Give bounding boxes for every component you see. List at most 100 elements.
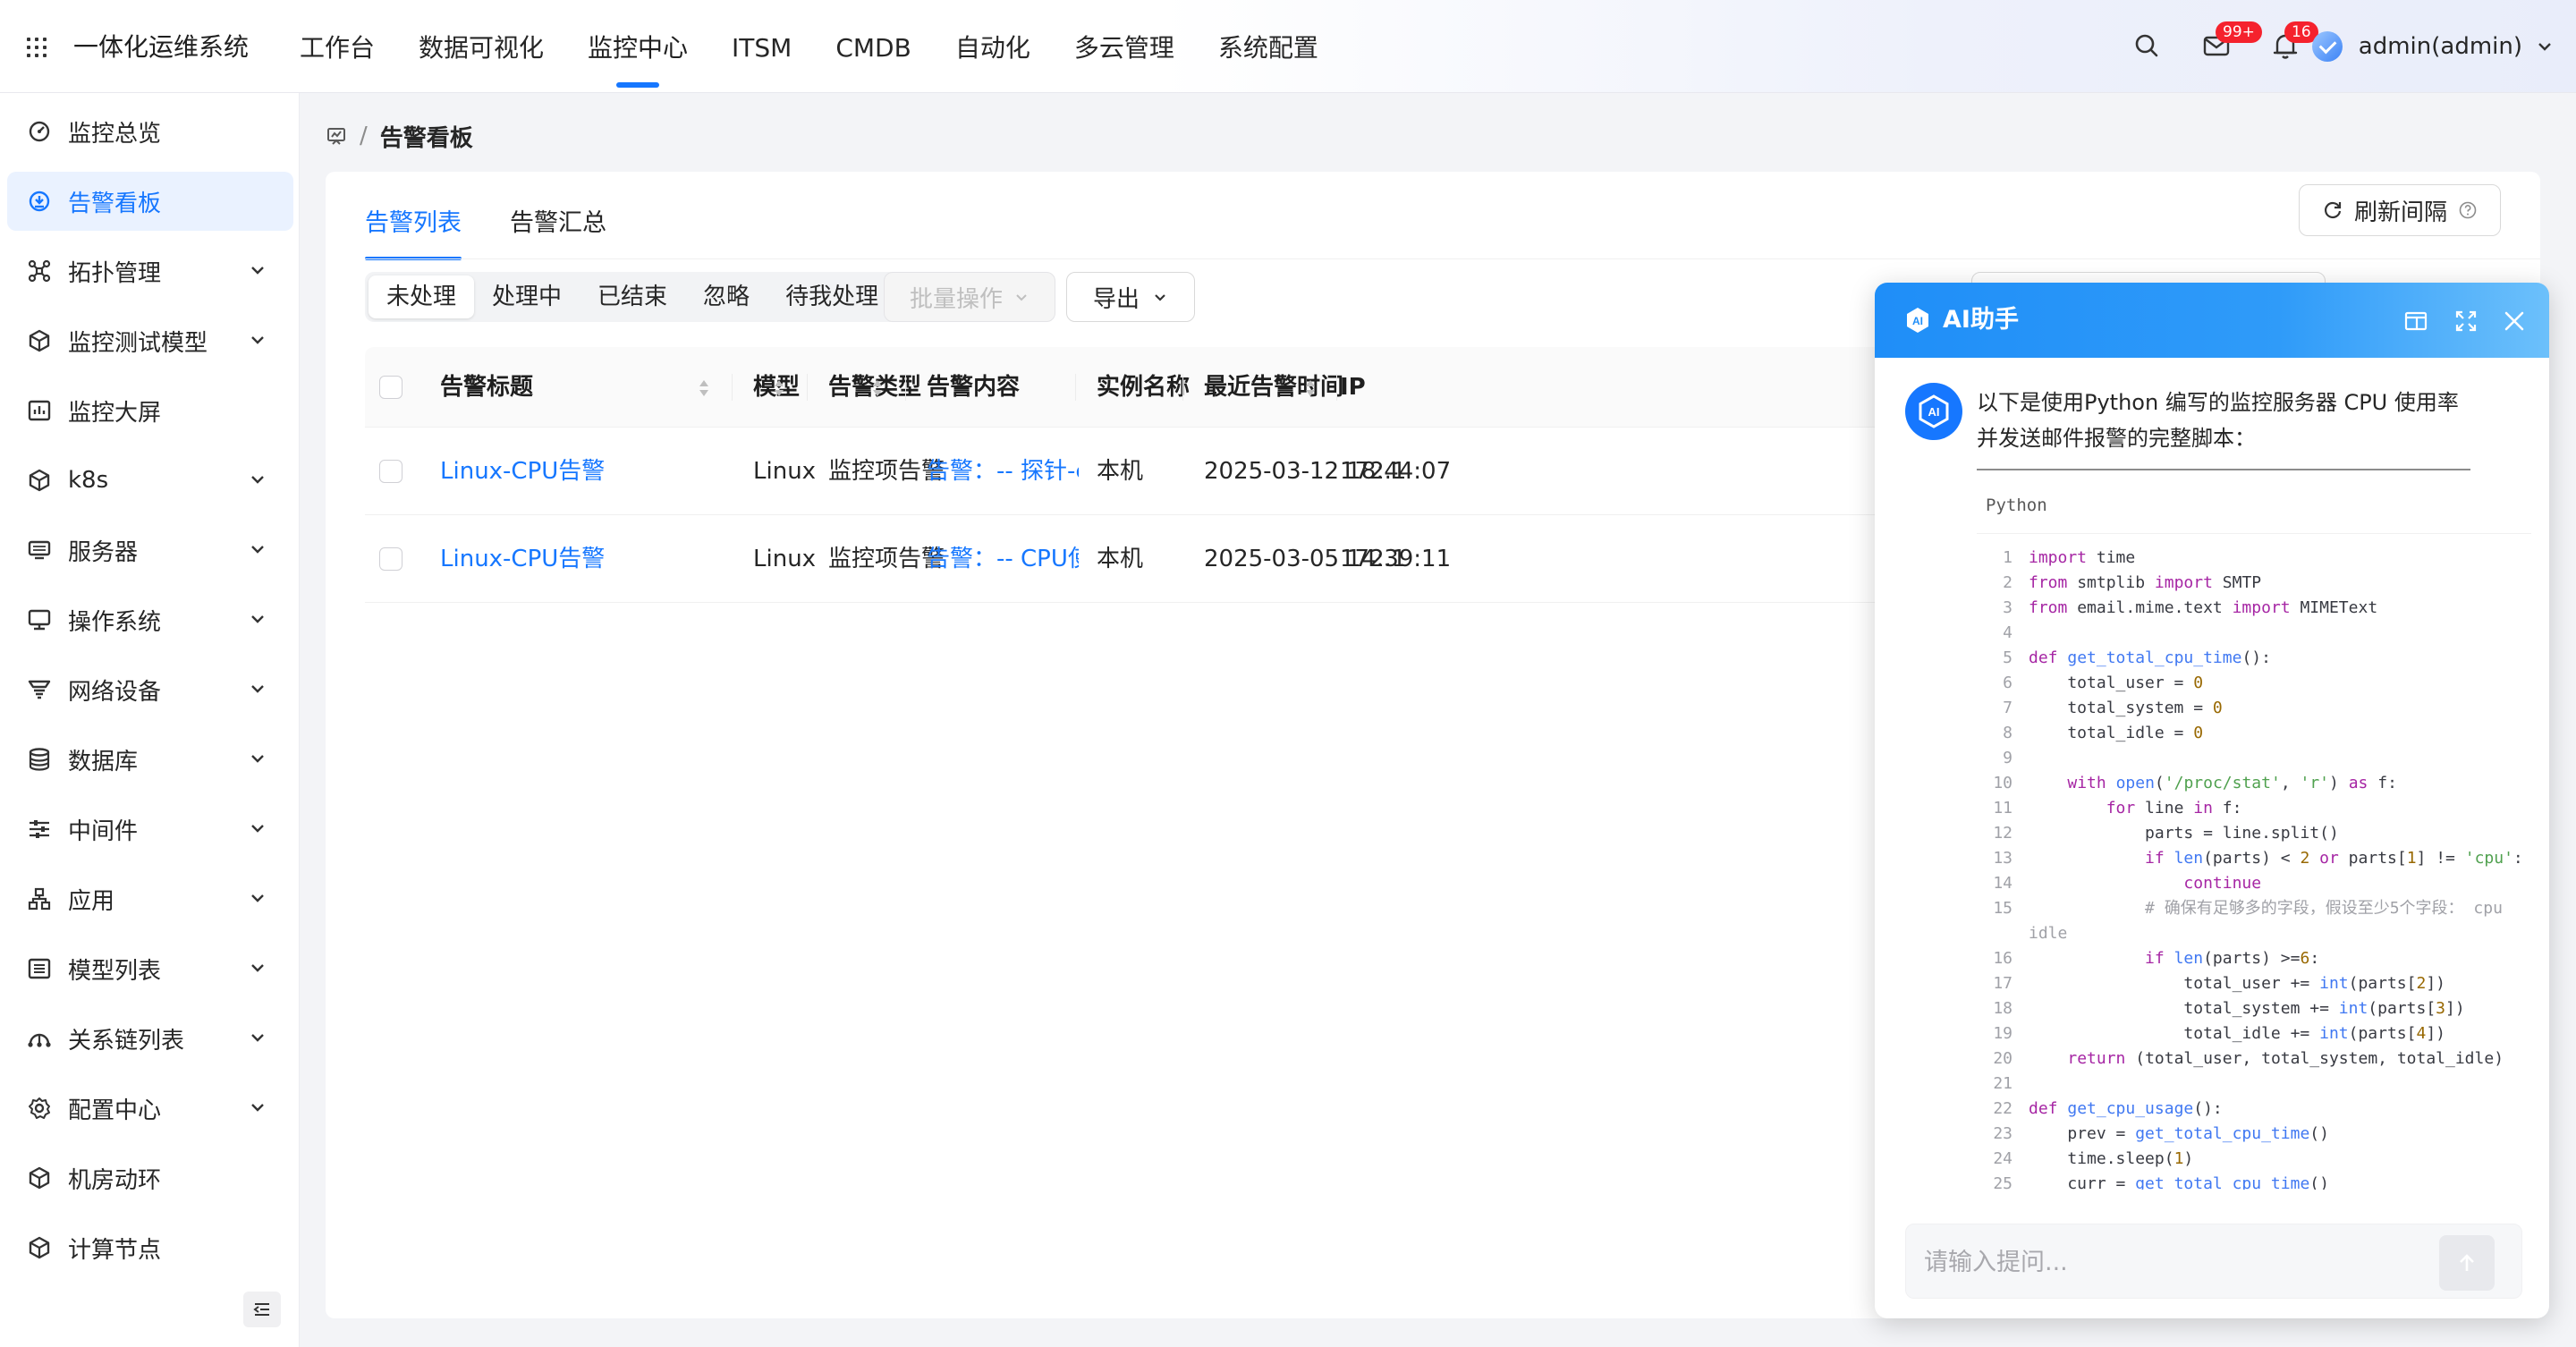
sliders-icon (30, 820, 49, 838)
ai-bot-icon: AI (1919, 394, 1949, 428)
sort-icon[interactable] (698, 378, 710, 398)
nav-item-itsm[interactable]: ITSM (732, 0, 792, 93)
alert-title-link[interactable]: Linux-CPU告警 (440, 428, 605, 515)
cube-icon (29, 329, 50, 352)
sidebar-item-topology[interactable]: 拓扑管理 (7, 241, 293, 301)
sidebar-item-network[interactable]: 网络设备 (7, 660, 293, 719)
column-header-last-time[interactable]: 最近告警时间 (1204, 347, 1343, 428)
code-line: 2 from smtplib import SMTP (2003, 573, 2262, 592)
chevron-down-icon (251, 267, 264, 275)
code-line: 17 total_user += int(parts[2]) (1993, 974, 2446, 993)
close-icon[interactable] (2501, 308, 2528, 335)
chevron-down-icon (251, 476, 264, 484)
nav-item-multicloud[interactable]: 多云管理 (1074, 0, 1174, 93)
code-language: Python (1986, 496, 2047, 515)
row-checkbox[interactable] (379, 460, 402, 483)
chevron-down-icon (1155, 294, 1165, 301)
batch-operation-button[interactable]: 批量操作 (884, 272, 1055, 322)
window-icon[interactable] (2402, 308, 2429, 335)
mail-icon[interactable]: 99+ (2201, 21, 2262, 61)
status-filter: 未处理 处理中 已结束 忽略 待我处理 (365, 272, 901, 322)
sidebar-item-big-screen[interactable]: 监控大屏 (7, 381, 293, 440)
board-icon (327, 128, 345, 145)
top-bar: 一体化运维系统 工作台 数据可视化 监控中心 ITSM CMDB 自动化 多云管… (0, 0, 2576, 93)
tab-alert-list[interactable]: 告警列表 (365, 188, 462, 260)
send-button[interactable] (2439, 1235, 2495, 1291)
export-button[interactable]: 导出 (1066, 272, 1195, 322)
filter-pending-me[interactable]: 待我处理 (767, 275, 896, 318)
filter-unprocessed[interactable]: 未处理 (369, 275, 475, 318)
alert-content-link[interactable]: 告警：-- CPU使用率qqq ... (927, 515, 1079, 603)
sidebar-item-label: 数据库 (68, 748, 139, 775)
ai-prompt-input[interactable] (1924, 1224, 2425, 1300)
tab-alert-summary[interactable]: 告警汇总 (510, 188, 606, 259)
expand-icon[interactable] (2453, 308, 2479, 335)
alert-title-link[interactable]: Linux-CPU告警 (440, 515, 605, 603)
sidebar-item-alert-board[interactable]: 告警看板 (7, 172, 293, 231)
sidebar-item-server[interactable]: 服务器 (7, 521, 293, 580)
sidebar-item-k8s[interactable]: k8s (7, 451, 293, 510)
sidebar-item-label: 模型列表 (68, 957, 162, 985)
code-line: 13 if len(parts) < 2 or parts[1] != 'cpu… (1993, 849, 2523, 868)
chevron-down-icon (251, 964, 264, 972)
sidebar-item-label: 监控大屏 (68, 399, 162, 427)
sidebar-item-overview[interactable]: 监控总览 (7, 102, 293, 161)
column-divider (905, 374, 906, 401)
sidebar-item-machine-room[interactable]: 机房动环 (7, 1148, 293, 1207)
code-line: 11 for line in f: (1993, 799, 2242, 818)
chevron-down-icon (251, 825, 264, 833)
row-checkbox[interactable] (379, 547, 402, 571)
nav-item-monitoring[interactable]: 监控中心 (588, 0, 688, 93)
sidebar-item-label: 计算节点 (68, 1236, 162, 1264)
code-line: 22 def get_cpu_usage(): (1993, 1099, 2223, 1118)
column-header-title[interactable]: 告警标题 (440, 347, 533, 428)
sidebar-item-os[interactable]: 操作系统 (7, 590, 293, 649)
arrow-up-icon (2460, 1254, 2474, 1271)
alert-content-link[interactable]: 告警：-- 探针-cpu 告警... (927, 428, 1079, 515)
sidebar-item-model-list[interactable]: 模型列表 (7, 939, 293, 998)
sidebar-item-label: 操作系统 (68, 608, 162, 636)
sidebar-collapse-button[interactable] (243, 1292, 281, 1327)
column-header-ip[interactable]: IP (1340, 347, 1366, 428)
nav-item-visualization[interactable]: 数据可视化 (419, 0, 544, 93)
chevron-down-icon (2538, 43, 2551, 51)
code-line: 15 # 确保有足够多的字段，假设至少5个字段： cpu idle (1993, 899, 2512, 943)
sort-icon[interactable] (1304, 378, 1317, 398)
nav-item-workbench[interactable]: 工作台 (300, 0, 375, 93)
column-header-content[interactable]: 告警内容 (927, 347, 1020, 428)
refresh-label: 刷新间隔 (2353, 199, 2447, 226)
search-icon[interactable] (2131, 30, 2162, 61)
ai-message: 以下是使用Python 编写的监控服务器 CPU 使用率并发送邮件报警的完整脚本… (1977, 390, 2459, 451)
chevron-down-icon (251, 755, 264, 763)
sort-icon[interactable] (773, 378, 785, 398)
nav-item-automation[interactable]: 自动化 (955, 0, 1030, 93)
sidebar-item-relation-list[interactable]: 关系链列表 (7, 1009, 293, 1068)
refresh-interval-button[interactable]: 刷新间隔 (2299, 184, 2501, 236)
sort-icon[interactable] (871, 378, 884, 398)
cube-icon (29, 1166, 50, 1190)
code-line: 23 prev = get_total_cpu_time() (1993, 1124, 2329, 1143)
cube-icon (29, 1236, 50, 1259)
breadcrumb-current: 告警看板 (379, 124, 473, 152)
filter-processing[interactable]: 处理中 (474, 275, 580, 318)
sidebar-item-application[interactable]: 应用 (7, 869, 293, 928)
code-line: 1 import time (2003, 548, 2136, 567)
select-all-checkbox[interactable] (379, 376, 402, 399)
nav-item-cmdb[interactable]: CMDB (835, 0, 911, 93)
column-divider (732, 374, 733, 401)
column-header-instance[interactable]: 实例名称 (1097, 347, 1190, 428)
tabs: 告警列表 告警汇总 (365, 188, 655, 260)
filter-closed[interactable]: 已结束 (580, 275, 685, 318)
sidebar-item-middleware[interactable]: 中间件 (7, 800, 293, 859)
sidebar-item-compute-node[interactable]: 计算节点 (7, 1218, 293, 1277)
app-grid-icon[interactable] (27, 38, 47, 57)
bell-icon[interactable]: 16 (2270, 21, 2318, 61)
cell-instance: 本机 (1097, 546, 1144, 572)
network-icon (28, 680, 51, 699)
filter-ignored[interactable]: 忽略 (685, 275, 767, 318)
sidebar-item-test-model[interactable]: 监控测试模型 (7, 311, 293, 370)
nav-item-system-config[interactable]: 系统配置 (1218, 0, 1318, 93)
user-menu[interactable]: admin(admin) (2311, 27, 2555, 66)
sidebar-item-config-center[interactable]: 配置中心 (7, 1079, 293, 1138)
sidebar-item-database[interactable]: 数据库 (7, 730, 293, 789)
